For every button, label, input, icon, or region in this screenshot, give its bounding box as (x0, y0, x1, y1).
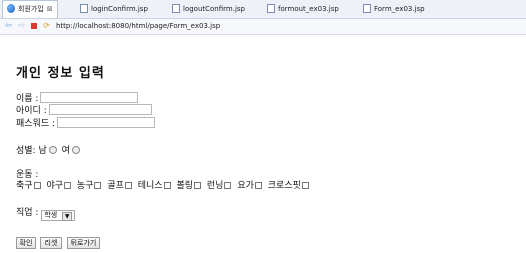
sport-checkbox-bowling[interactable] (194, 182, 202, 189)
id-row: 아이디 : (16, 104, 152, 117)
sport-checkbox-soccer[interactable] (33, 182, 41, 189)
job-selected-value: 학생 (44, 211, 58, 219)
tab-label: formout_ex03.jsp (278, 5, 339, 13)
page-title: 개인 정보 입력 (16, 66, 105, 81)
refresh-icon[interactable]: ⟳ (42, 21, 51, 31)
ok-button[interactable]: 확인 (16, 237, 36, 249)
job-row: 직업 : 학생 ▼ (16, 208, 76, 221)
name-label: 이름 : (16, 94, 39, 104)
sport-label: 요가 (237, 181, 254, 191)
button-row: 확인 리셋 뒤로가기 (16, 237, 216, 249)
name-input[interactable] (40, 92, 139, 103)
male-label: 남 (38, 146, 47, 156)
id-label: 아이디 : (16, 106, 47, 116)
sport-checkbox-yoga[interactable] (254, 182, 262, 189)
close-icon[interactable]: ⊠ (47, 5, 53, 13)
sport-label: 런닝 (206, 181, 224, 191)
reset-button[interactable]: 리셋 (40, 237, 62, 249)
female-radio[interactable] (71, 146, 80, 154)
sports-row: 축구 야구 농구 골프 테니스 볼링 런닝 요가 크로스핏 (16, 181, 312, 192)
tab-label: 회원가입 (18, 5, 44, 13)
tab-logoutconfirm[interactable]: logoutConfirm.jsp (172, 1, 245, 17)
male-radio[interactable] (48, 146, 57, 154)
back-arrow-icon[interactable]: ⇦ (4, 21, 13, 31)
id-input[interactable] (48, 104, 152, 115)
stop-icon[interactable] (31, 23, 37, 29)
sport-label: 볼링 (176, 181, 194, 191)
gender-row: 성별: 남 여 (16, 146, 82, 157)
job-label: 직업 : (16, 208, 39, 218)
password-label: 패스워드 : (16, 119, 56, 129)
gender-label: 성별: (16, 146, 36, 156)
chevron-down-icon[interactable]: ▼ (62, 212, 73, 221)
tab-label: loginConfirm.jsp (91, 5, 148, 13)
globe-icon (7, 4, 15, 13)
sport-checkbox-baseball[interactable] (64, 182, 71, 189)
tab-form-ex03[interactable]: Form_ex03.jsp (363, 1, 425, 17)
tab-bar: 회원가입 ⊠ loginConfirm.jsp logoutConfirm.jsp… (0, 0, 526, 19)
password-row: 패스워드 : (16, 117, 156, 130)
sport-checkbox-golf[interactable] (124, 182, 132, 189)
sport-checkbox-running[interactable] (224, 182, 232, 189)
sport-label: 크로스핏 (267, 181, 301, 191)
sport-label: 테니스 (137, 181, 163, 191)
file-icon (80, 4, 88, 13)
sports-label: 운동 : (16, 170, 39, 180)
sport-label: 골프 (107, 181, 124, 191)
tab-loginconfirm[interactable]: loginConfirm.jsp (80, 1, 148, 17)
url-field[interactable]: http://localhost:8080/html/page/Form_ex0… (56, 21, 220, 32)
file-icon (172, 4, 180, 13)
password-input[interactable] (57, 117, 156, 128)
back-button[interactable]: 뒤로가기 (67, 237, 100, 249)
female-label: 여 (61, 146, 70, 156)
tab-label: logoutConfirm.jsp (183, 5, 245, 13)
file-icon (267, 4, 275, 13)
tab-label: Form_ex03.jsp (374, 5, 425, 13)
tab-formout[interactable]: formout_ex03.jsp (267, 1, 339, 17)
sport-checkbox-tennis[interactable] (163, 182, 171, 189)
form-area: 개인 정보 입력 이름 : 아이디 : 패스워드 : 성별: 남 여 운동 : … (16, 34, 526, 253)
forward-arrow-icon[interactable]: ⇨ (17, 21, 26, 31)
sport-checkbox-crossfit[interactable] (301, 182, 309, 189)
sport-label: 농구 (76, 181, 94, 191)
sport-label: 야구 (46, 181, 63, 191)
sport-label: 축구 (16, 181, 33, 191)
job-select[interactable]: 학생 ▼ (41, 210, 76, 221)
navigation-bar: ⇦ ⇨ ⟳ http://localhost:8080/html/page/Fo… (0, 19, 526, 35)
file-icon (363, 4, 371, 13)
tab-signup[interactable]: 회원가입 ⊠ (2, 0, 58, 18)
sport-checkbox-basketball[interactable] (94, 182, 102, 189)
